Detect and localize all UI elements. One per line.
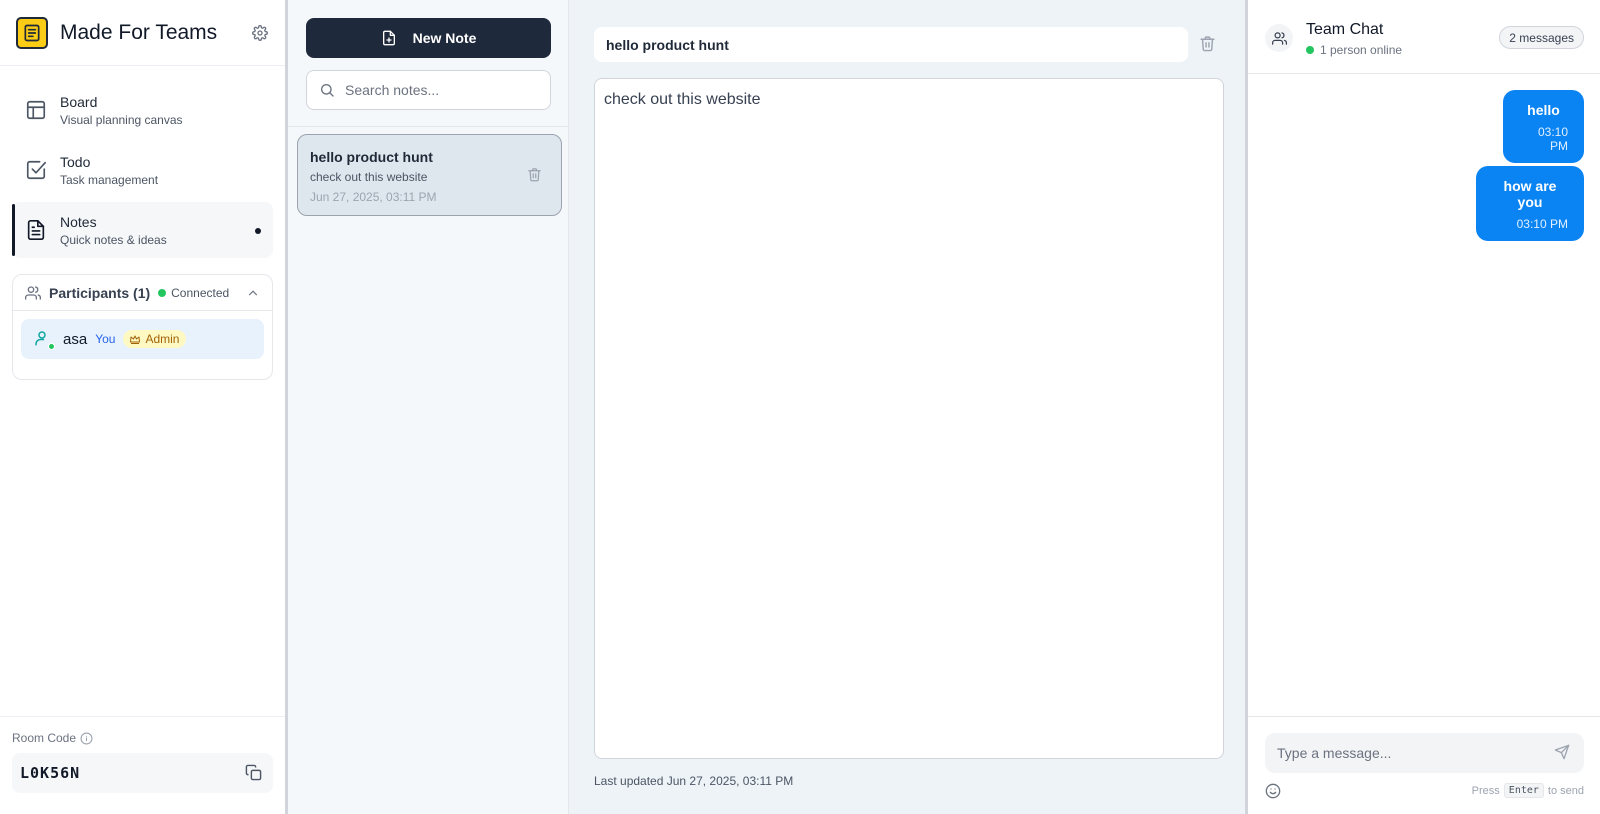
nav-subtitle: Quick notes & ideas — [60, 232, 167, 247]
nav-item-board[interactable]: Board Visual planning canvas — [12, 82, 273, 138]
hint-press: Press — [1471, 784, 1500, 797]
room-code-value: L0K56N — [20, 764, 81, 782]
participants-panel: Participants (1) Connected asa You Admin — [12, 274, 273, 380]
info-icon[interactable] — [80, 732, 93, 745]
connection-status-dot — [158, 288, 167, 297]
hint-action: to send — [1547, 784, 1584, 797]
message-input[interactable] — [1277, 745, 1554, 761]
nav-label: Notes — [60, 213, 97, 230]
chat-header: Team Chat 1 person online 2 messages — [1248, 0, 1600, 74]
room-code-label-row: Room Code — [12, 731, 273, 745]
file-text-icon — [24, 218, 48, 242]
search-icon — [319, 82, 335, 98]
nav-subtitle: Visual planning canvas — [60, 112, 183, 127]
online-indicator — [48, 343, 55, 350]
participants-title: Participants (1) — [49, 284, 151, 301]
check-square-icon — [24, 158, 48, 182]
nav-label: Board — [60, 93, 98, 110]
participant-name: asa — [63, 330, 88, 348]
message-count-badge: 2 messages — [1499, 26, 1584, 49]
new-note-button[interactable]: New Note — [306, 18, 551, 58]
file-plus-icon — [381, 30, 397, 46]
you-label: You — [95, 332, 116, 346]
notepad-logo-icon — [16, 16, 48, 49]
room-code-label: Room Code — [12, 731, 77, 745]
users-icon — [1265, 24, 1293, 52]
chevron-up-icon[interactable] — [246, 286, 260, 300]
admin-label: Admin — [145, 332, 180, 346]
settings-gear-icon[interactable] — [251, 24, 269, 42]
message-text: hello — [1527, 102, 1560, 118]
online-status: 1 person online — [1306, 43, 1402, 57]
message-input-box — [1265, 733, 1584, 773]
app-title: Made For Teams — [60, 20, 218, 44]
crown-icon — [129, 333, 141, 345]
online-dot — [1306, 46, 1314, 54]
search-input[interactable] — [345, 82, 535, 98]
smile-icon[interactable] — [1265, 783, 1281, 799]
connection-status: Connected — [171, 285, 230, 300]
enter-key: Enter — [1503, 783, 1544, 798]
nav-item-notes[interactable]: Notes Quick notes & ideas — [12, 202, 273, 258]
chat-message: how are you 03:10 PM — [1476, 166, 1584, 241]
notes-list-panel: New Note hello product hunt check out th… — [288, 0, 569, 814]
chat-title: Team Chat — [1306, 21, 1384, 38]
online-count: 1 person online — [1320, 43, 1403, 57]
sidebar: Made For Teams Board Visual planning can… — [0, 0, 288, 814]
trash-icon[interactable] — [1199, 35, 1217, 53]
main-nav: Board Visual planning canvas Todo Task m… — [0, 66, 285, 258]
new-note-label: New Note — [412, 30, 477, 46]
active-indicator-dot — [255, 228, 261, 234]
users-icon — [25, 285, 41, 301]
message-text: how are you — [1503, 178, 1557, 210]
copy-icon[interactable] — [245, 764, 263, 782]
room-code-section: Room Code L0K56N — [0, 716, 285, 814]
note-item-preview: check out this website — [310, 170, 428, 184]
nav-item-todo[interactable]: Todo Task management — [12, 142, 273, 198]
nav-subtitle: Task management — [60, 172, 159, 187]
participant-row: asa You Admin — [21, 319, 264, 359]
user-check-icon — [33, 329, 55, 350]
search-box — [306, 70, 551, 110]
message-time: 03:10 PM — [1516, 217, 1568, 231]
brand-header: Made For Teams — [0, 0, 285, 66]
admin-badge: Admin — [123, 330, 187, 348]
message-time: 03:10 PM — [1537, 125, 1568, 153]
send-icon[interactable] — [1554, 744, 1572, 762]
last-updated-text: Last updated Jun 27, 2025, 03:11 PM — [594, 774, 794, 788]
chat-message: hello 03:10 PM — [1503, 90, 1584, 163]
room-code-box: L0K56N — [12, 753, 273, 793]
note-editor: check out this website Last updated Jun … — [569, 0, 1248, 814]
nav-label: Todo — [60, 153, 91, 170]
layout-icon — [24, 98, 48, 122]
note-item-title: hello product hunt — [310, 149, 433, 165]
note-list-item[interactable]: hello product hunt check out this websit… — [297, 134, 562, 216]
participants-header[interactable]: Participants (1) Connected — [13, 275, 272, 311]
send-hint: Press Enter to send — [1472, 783, 1584, 798]
chat-composer: Press Enter to send — [1248, 716, 1600, 814]
divider — [288, 126, 569, 127]
team-chat-panel: Team Chat 1 person online 2 messages hel… — [1248, 0, 1600, 814]
note-item-date: Jun 27, 2025, 03:11 PM — [310, 190, 437, 204]
trash-icon[interactable] — [527, 167, 543, 183]
note-title-input[interactable] — [594, 27, 1188, 62]
note-content-textarea[interactable]: check out this website — [594, 78, 1224, 759]
